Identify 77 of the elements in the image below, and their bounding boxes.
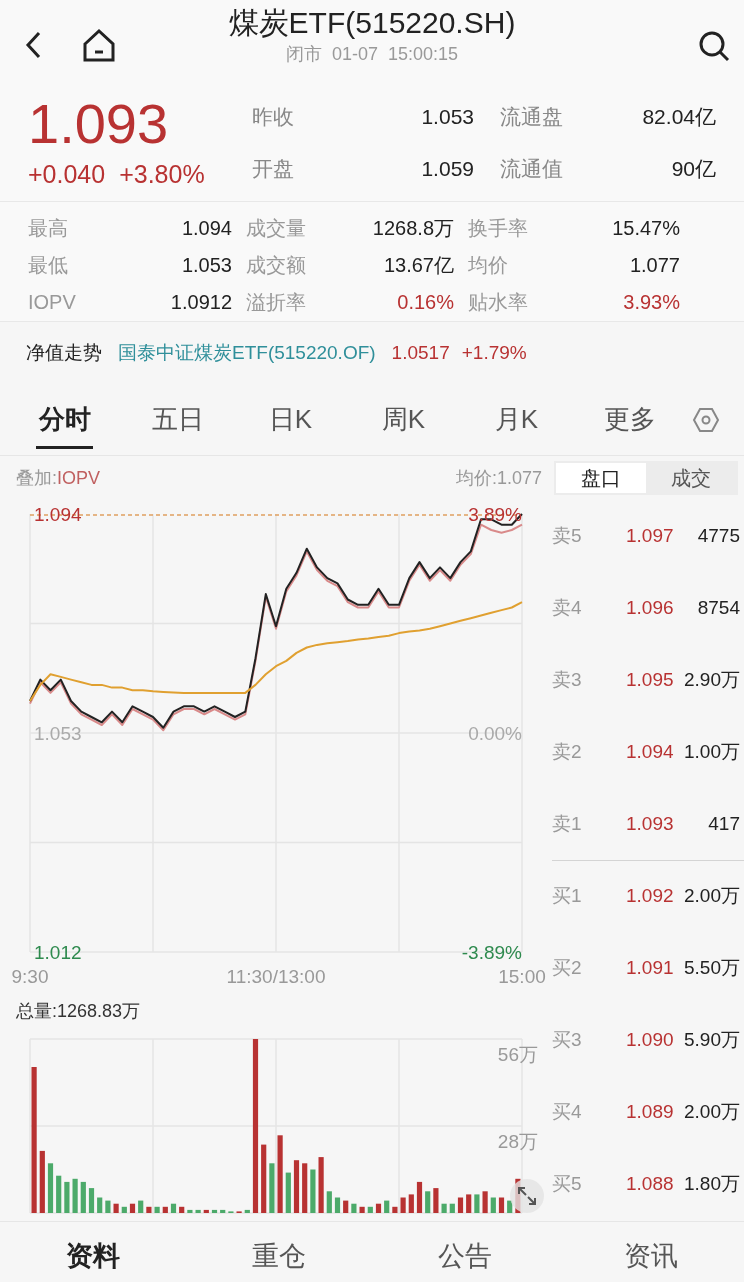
axis-label: 9:30 — [11, 966, 49, 986]
axis-label: 0.00% — [468, 723, 522, 744]
axis-label: 1.012 — [34, 942, 82, 963]
order-price: 1.092 — [626, 884, 675, 909]
axis-label: 28万 — [497, 1131, 538, 1152]
stat-value: 1268.8万 — [371, 216, 454, 241]
order-level: 买4 — [552, 1099, 583, 1124]
order-price: 1.094 — [626, 739, 675, 764]
stat-label: 成交额 — [246, 253, 307, 278]
axis-label: 1.053 — [34, 723, 82, 744]
order-level: 卖3 — [552, 667, 583, 692]
stat-label: 最高 — [28, 216, 69, 241]
stat-label: IOPV — [28, 290, 77, 315]
stat-value: 15.47% — [611, 216, 680, 241]
stat-value: 1.077 — [628, 253, 680, 278]
stat-label: 昨收 — [252, 104, 295, 130]
stat-value: 1.053 — [180, 253, 232, 278]
stat-value: 3.93% — [622, 290, 680, 315]
order-level: 买3 — [552, 1027, 583, 1052]
stat-value: 1.0912 — [169, 290, 232, 315]
order-volume: 1.00万 — [683, 739, 740, 764]
stat-label: 流通值 — [500, 156, 564, 182]
overlay-label: 叠加:IOPV — [16, 466, 101, 490]
order-volume: 2.00万 — [683, 1099, 740, 1124]
stat-value: 90亿 — [670, 156, 716, 182]
axis-label: 56万 — [497, 1044, 538, 1065]
order-volume: 4775 — [696, 523, 740, 548]
order-level: 卖2 — [552, 739, 583, 764]
axis-label: 1.094 — [34, 504, 82, 525]
order-level: 卖5 — [552, 523, 583, 548]
percent-change: +3.80% — [119, 159, 205, 190]
stat-label: 换手率 — [468, 216, 529, 241]
order-price: 1.097 — [626, 523, 675, 548]
order-price: 1.091 — [626, 955, 675, 980]
stat-value: 1.094 — [180, 216, 232, 241]
order-level: 买2 — [552, 955, 583, 980]
stat-label: 溢折率 — [246, 290, 307, 315]
order-volume: 2.90万 — [683, 667, 740, 692]
stat-value: 1.059 — [420, 156, 474, 182]
order-volume: 8754 — [696, 595, 740, 620]
order-level: 买1 — [552, 884, 583, 909]
order-level: 卖1 — [552, 811, 583, 836]
stat-value: 1.053 — [420, 104, 474, 130]
nav-value: 1.0517 — [391, 340, 450, 365]
order-price: 1.090 — [626, 1027, 675, 1052]
market-status: 闭市 01-07 15:00:15 — [285, 43, 459, 66]
order-price: 1.093 — [626, 811, 675, 836]
stat-label: 开盘 — [252, 156, 295, 182]
order-level: 卖4 — [552, 595, 583, 620]
axis-label: -3.89% — [461, 942, 522, 963]
stat-label: 贴水率 — [468, 290, 529, 315]
order-level: 买5 — [552, 1171, 583, 1196]
stat-label: 成交量 — [246, 216, 307, 241]
axis-label: 15:00 — [498, 966, 546, 986]
total-volume: 总量:1268.83万 — [15, 999, 142, 1023]
axis-label: 11:30/13:00 — [226, 966, 326, 986]
order-price: 1.088 — [626, 1171, 675, 1196]
order-volume: 1.80万 — [683, 1171, 740, 1196]
order-price: 1.096 — [626, 595, 675, 620]
price-change: +0.040 — [28, 159, 106, 190]
order-volume: 5.90万 — [683, 1027, 740, 1052]
page-title: 煤炭ETF(515220.SH) — [228, 5, 516, 41]
stat-value: 82.04亿 — [641, 104, 716, 130]
order-price: 1.089 — [626, 1099, 675, 1124]
stat-value: 13.67亿 — [382, 253, 454, 278]
average-price: 均价:1.077 — [455, 466, 542, 490]
stat-value: 0.16% — [396, 290, 454, 315]
order-volume: 2.00万 — [683, 884, 740, 909]
order-volume: 417 — [707, 811, 740, 836]
order-price: 1.095 — [626, 667, 675, 692]
stat-label: 均价 — [468, 253, 509, 278]
stat-label: 流通盘 — [500, 104, 564, 130]
nav-change: +1.79% — [461, 340, 527, 365]
order-volume: 5.50万 — [683, 955, 740, 980]
last-price: 1.093 — [28, 94, 170, 154]
stat-label: 最低 — [28, 253, 69, 278]
nav-label: 净值走势 — [26, 340, 102, 365]
